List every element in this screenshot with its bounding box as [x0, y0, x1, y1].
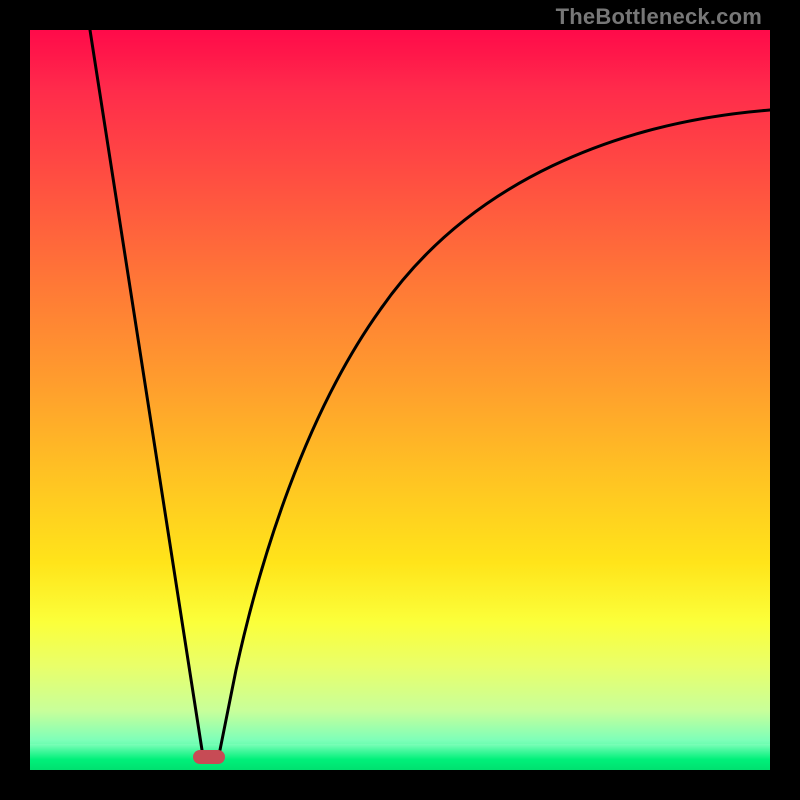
right-branch: [220, 110, 770, 750]
left-branch: [90, 30, 202, 750]
watermark-text: TheBottleneck.com: [556, 4, 762, 30]
plot-area: [30, 30, 770, 770]
chart-frame: TheBottleneck.com: [0, 0, 800, 800]
curve-layer: [30, 30, 770, 770]
minimum-marker: [193, 750, 225, 764]
